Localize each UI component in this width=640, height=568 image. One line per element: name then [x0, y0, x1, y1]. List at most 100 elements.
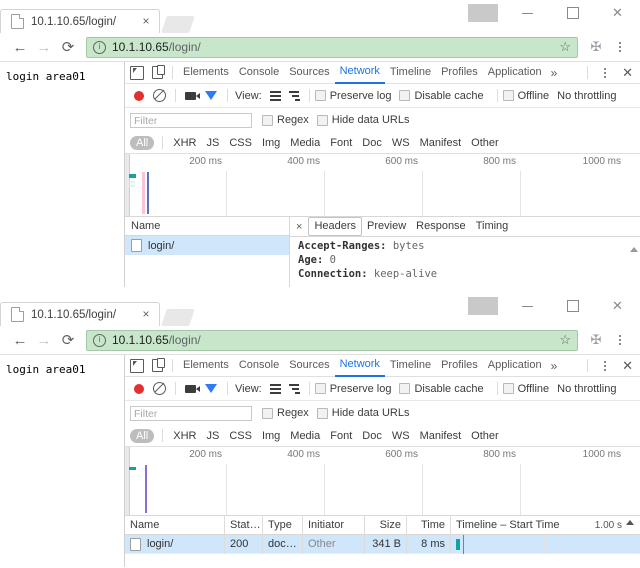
capture-screenshots-icon[interactable] — [185, 91, 200, 100]
detail-tab-response[interactable]: Response — [411, 218, 471, 235]
type-filter-media[interactable]: Media — [285, 430, 325, 442]
response-headers-list[interactable]: Accept-Ranges: bytes Age: 0 Connection: … — [290, 237, 640, 287]
new-tab-button[interactable] — [161, 16, 195, 33]
maximize-button[interactable] — [550, 293, 595, 319]
type-filter-img[interactable]: Img — [257, 137, 285, 149]
back-icon[interactable]: ← — [8, 328, 32, 352]
column-header-name[interactable]: Name — [125, 217, 289, 236]
type-filter-all[interactable]: All — [130, 135, 155, 150]
tab-close-icon[interactable]: × — [139, 14, 153, 29]
type-filter-all[interactable]: All — [130, 428, 155, 443]
type-filter-font[interactable]: Font — [325, 137, 357, 149]
type-filter-css[interactable]: CSS — [224, 137, 257, 149]
request-row[interactable]: login/ — [125, 236, 289, 255]
column-header-initiator[interactable]: Initiator — [303, 515, 365, 535]
inspect-cursor-icon[interactable] — [127, 63, 147, 83]
profile-button[interactable] — [460, 293, 505, 319]
type-filter-doc[interactable]: Doc — [357, 137, 387, 149]
new-tab-button[interactable] — [161, 309, 195, 326]
detail-close-icon[interactable]: × — [290, 221, 308, 233]
type-filter-media[interactable]: Media — [285, 137, 325, 149]
tab-timeline[interactable]: Timeline — [385, 62, 436, 83]
device-toolbar-icon[interactable] — [147, 63, 167, 83]
bookmark-star-icon[interactable]: ☆ — [559, 332, 571, 348]
inspect-cursor-icon[interactable] — [127, 356, 147, 376]
back-icon[interactable]: ← — [8, 35, 32, 59]
preserve-log-checkbox[interactable]: Preserve log — [314, 383, 391, 395]
devtools-menu-icon[interactable] — [593, 61, 617, 85]
network-overview[interactable]: 200 ms 400 ms 600 ms 800 ms 1000 ms — [125, 447, 640, 516]
address-bar[interactable]: i 10.1.10.65/login/ ☆ — [86, 36, 578, 58]
column-header-timeline[interactable]: Timeline – Start Time 1.00 s — [451, 516, 640, 535]
tab-application[interactable]: Application — [483, 62, 547, 83]
throttling-select[interactable]: No throttling — [557, 383, 616, 395]
preserve-log-checkbox[interactable]: Preserve log — [314, 90, 391, 102]
browser-tab[interactable]: 10.1.10.65/login/ × — [0, 9, 160, 34]
hide-data-urls-checkbox[interactable]: Hide data URLs — [316, 114, 409, 126]
site-info-icon[interactable]: i — [93, 333, 106, 347]
filter-input[interactable]: Filter — [130, 405, 252, 421]
detail-tab-preview[interactable]: Preview — [362, 218, 411, 235]
tab-profiles[interactable]: Profiles — [436, 62, 483, 83]
close-window-button[interactable]: ✕ — [595, 0, 640, 26]
column-header-time[interactable]: Time — [407, 515, 451, 535]
address-bar[interactable]: i 10.1.10.65/login/ ☆ — [86, 329, 578, 351]
tab-elements[interactable]: Elements — [178, 62, 234, 83]
bookmark-star-icon[interactable]: ☆ — [559, 39, 571, 55]
type-filter-js[interactable]: JS — [201, 137, 224, 149]
browser-tab[interactable]: 10.1.10.65/login/ × — [0, 302, 160, 327]
regex-checkbox[interactable]: Regex — [262, 407, 309, 419]
tab-network[interactable]: Network — [334, 61, 385, 84]
capture-screenshots-icon[interactable] — [185, 384, 200, 393]
type-filter-ws[interactable]: WS — [387, 137, 415, 149]
devtools-close-icon[interactable]: ✕ — [617, 65, 638, 81]
type-filter-font[interactable]: Font — [325, 430, 357, 442]
hide-data-urls-checkbox[interactable]: Hide data URLs — [316, 407, 409, 419]
filter-toggle-icon[interactable] — [205, 91, 217, 100]
network-overview[interactable]: 200 ms 400 ms 600 ms 800 ms 1000 ms — [125, 154, 640, 217]
browser-menu-icon[interactable] — [608, 328, 632, 352]
column-header-type[interactable]: Type — [263, 515, 303, 535]
tab-console[interactable]: Console — [234, 62, 284, 83]
list-view-icon[interactable] — [269, 90, 281, 101]
type-filter-doc[interactable]: Doc — [357, 430, 387, 442]
filter-toggle-icon[interactable] — [205, 384, 217, 393]
detail-tab-headers[interactable]: Headers — [308, 217, 363, 236]
tab-close-icon[interactable]: × — [139, 307, 153, 322]
extension-icon[interactable]: ✠ — [584, 35, 608, 59]
more-panels-icon[interactable]: » — [547, 359, 562, 373]
type-filter-css[interactable]: CSS — [224, 430, 257, 442]
waterfall-view-icon[interactable] — [288, 383, 300, 394]
sort-caret-icon[interactable] — [626, 519, 634, 525]
browser-menu-icon[interactable] — [608, 35, 632, 59]
tab-elements[interactable]: Elements — [178, 355, 234, 376]
tab-timeline[interactable]: Timeline — [385, 355, 436, 376]
more-panels-icon[interactable]: » — [547, 66, 562, 80]
tab-profiles[interactable]: Profiles — [436, 355, 483, 376]
maximize-button[interactable] — [550, 0, 595, 26]
type-filter-manifest[interactable]: Manifest — [415, 137, 467, 149]
tab-sources[interactable]: Sources — [284, 62, 334, 83]
column-header-status[interactable]: Stat… — [225, 515, 263, 535]
waterfall-view-icon[interactable] — [288, 90, 300, 101]
clear-button[interactable] — [153, 382, 166, 395]
type-filter-img[interactable]: Img — [257, 430, 285, 442]
column-header-size[interactable]: Size — [365, 515, 407, 535]
column-header-name[interactable]: Name — [125, 515, 225, 535]
offline-checkbox[interactable]: Offline — [502, 383, 549, 395]
clear-button[interactable] — [153, 89, 166, 102]
regex-checkbox[interactable]: Regex — [262, 114, 309, 126]
extension-icon[interactable]: ✠ — [584, 328, 608, 352]
disable-cache-checkbox[interactable]: Disable cache — [399, 90, 484, 102]
type-filter-js[interactable]: JS — [201, 430, 224, 442]
reload-icon[interactable]: ⟳ — [56, 328, 80, 352]
site-info-icon[interactable]: i — [93, 40, 106, 54]
record-button[interactable] — [134, 90, 144, 101]
tab-application[interactable]: Application — [483, 355, 547, 376]
type-filter-other[interactable]: Other — [466, 137, 504, 149]
disable-cache-checkbox[interactable]: Disable cache — [399, 383, 484, 395]
device-toolbar-icon[interactable] — [147, 356, 167, 376]
devtools-menu-icon[interactable] — [593, 354, 617, 378]
list-view-icon[interactable] — [269, 383, 281, 394]
throttling-select[interactable]: No throttling — [557, 90, 616, 102]
